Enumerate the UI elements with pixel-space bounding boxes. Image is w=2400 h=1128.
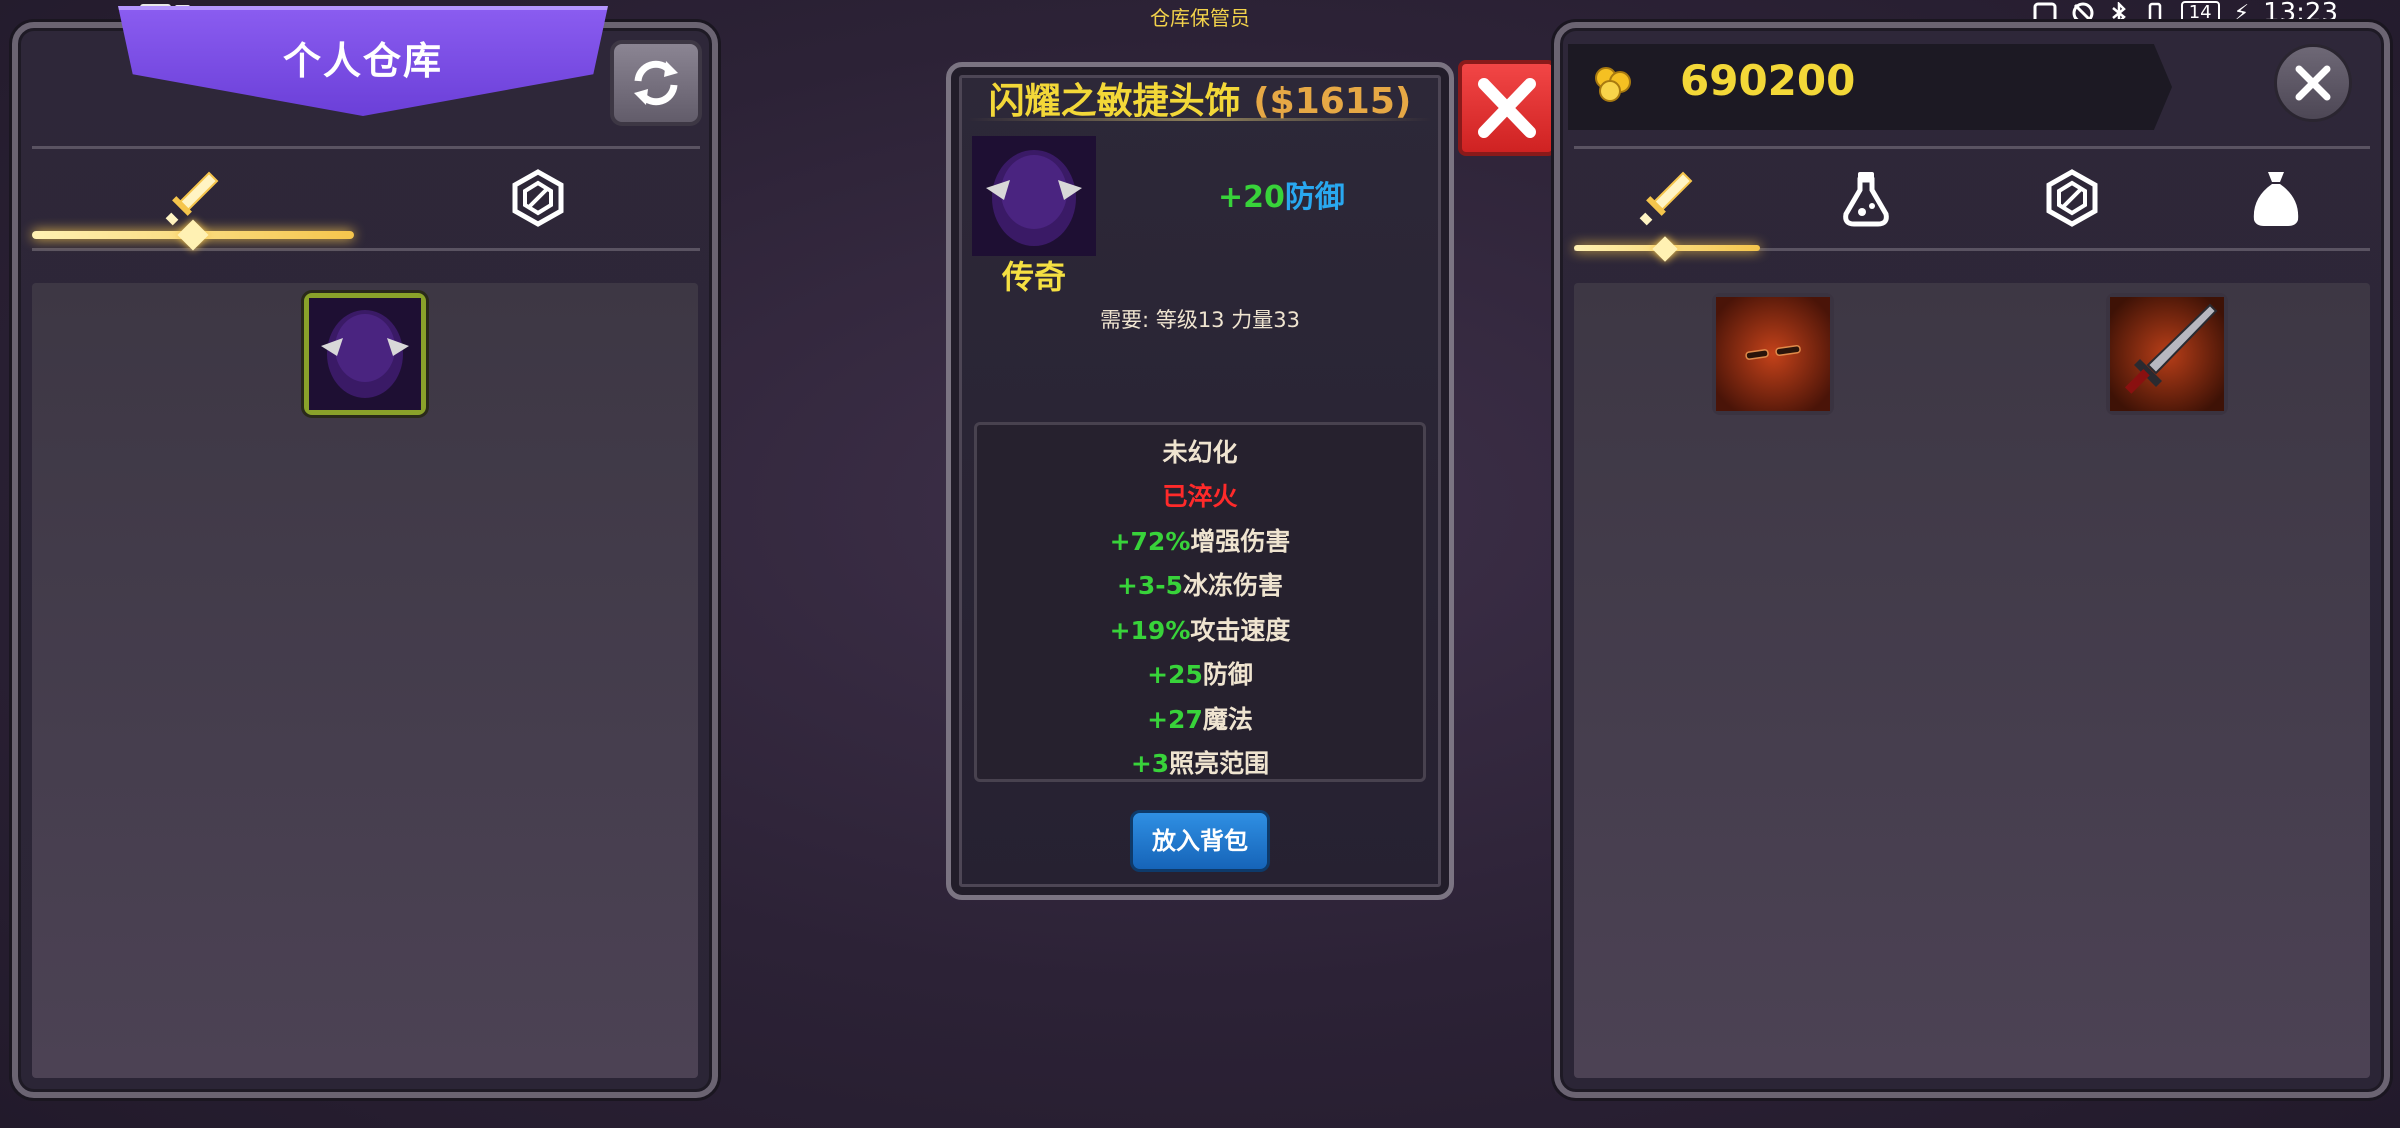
item-title: 闪耀之敏捷头饰 ($1615) bbox=[946, 72, 1454, 124]
tab-potions[interactable] bbox=[1826, 158, 1906, 238]
put-in-bag-button[interactable]: 放入背包 bbox=[1130, 810, 1270, 872]
backpack-item-slot[interactable] bbox=[1712, 293, 1834, 415]
close-icon bbox=[2295, 65, 2331, 101]
affix-line: +25防御 bbox=[1147, 660, 1253, 689]
affix-line: +27魔法 bbox=[1147, 705, 1253, 734]
item-base-stat: +20防御 bbox=[1218, 172, 1345, 216]
affix-line: +19%攻击速度 bbox=[1109, 616, 1291, 645]
close-warehouse-button[interactable] bbox=[2274, 44, 2352, 122]
tab-gems[interactable] bbox=[2032, 158, 2112, 238]
item-name: 闪耀之敏捷头饰 bbox=[988, 81, 1241, 122]
close-tooltip-button[interactable] bbox=[1458, 60, 1556, 156]
divider-top bbox=[1574, 146, 2370, 149]
divider-top bbox=[32, 146, 700, 149]
gold-amount: 690200 bbox=[1680, 56, 1856, 105]
gem-icon bbox=[512, 169, 564, 227]
backpack-grid-area bbox=[1574, 283, 2370, 1078]
tab-gems[interactable] bbox=[498, 158, 578, 238]
gold-display bbox=[1568, 44, 2172, 130]
backpack-item-slot[interactable] bbox=[2106, 293, 2228, 415]
affix-line: +3-5冰冻伤害 bbox=[1116, 571, 1284, 600]
base-stat-value: +20 bbox=[1218, 180, 1285, 215]
item-requirement: 需要: 等级13 力量33 bbox=[1100, 308, 1300, 332]
gold-coins-icon bbox=[1592, 64, 1634, 108]
close-icon bbox=[1478, 78, 1536, 138]
item-price: ($1615) bbox=[1253, 81, 1412, 122]
potion-icon bbox=[1843, 172, 1889, 227]
tab-equipment[interactable] bbox=[1624, 160, 1708, 236]
storage-title: 个人仓库 bbox=[282, 39, 443, 83]
affix-line: +3照亮范围 bbox=[1130, 749, 1270, 778]
base-stat-name: 防御 bbox=[1284, 180, 1345, 215]
refresh-button[interactable] bbox=[610, 40, 702, 126]
gem-icon bbox=[2046, 169, 2098, 227]
refresh-icon bbox=[634, 60, 678, 106]
personal-storage-panel bbox=[12, 22, 718, 1098]
illusion-status: 未幻化 bbox=[1162, 438, 1238, 467]
bag-icon bbox=[2253, 172, 2299, 226]
helmet-item-icon bbox=[309, 298, 421, 410]
storage-item-slot[interactable] bbox=[304, 293, 426, 415]
tab-materials[interactable] bbox=[2236, 158, 2316, 238]
affix-line: +72%增强伤害 bbox=[1109, 527, 1291, 556]
sword-item-icon bbox=[2110, 297, 2224, 411]
item-icon bbox=[972, 136, 1096, 256]
divider-bottom bbox=[32, 248, 700, 251]
item-rarity: 传奇 bbox=[1001, 258, 1066, 296]
temper-status: 已淬火 bbox=[1162, 482, 1238, 511]
helmet-item-icon bbox=[972, 136, 1096, 256]
rune-item-icon bbox=[1716, 297, 1830, 411]
sword-icon bbox=[1639, 171, 1693, 226]
